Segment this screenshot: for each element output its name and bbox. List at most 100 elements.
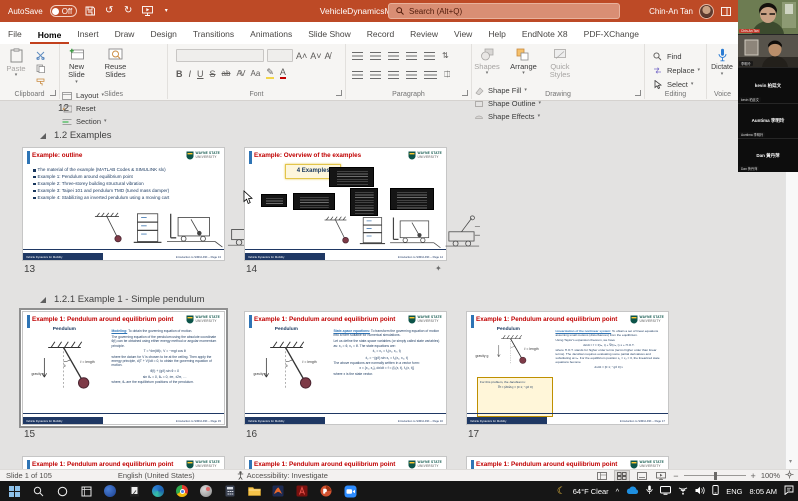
font-name-select[interactable] <box>176 49 264 62</box>
tab-file[interactable]: File <box>0 25 30 44</box>
display-icon[interactable] <box>660 486 671 497</box>
slide-thumbnail-16[interactable]: Example 1: Pendulum around equilibrium p… <box>244 311 447 425</box>
slide-thumbnail-14[interactable]: Example: Overview of the examples WAYNE … <box>244 147 447 261</box>
tray-microphone-icon[interactable] <box>646 485 653 497</box>
section-header-example1[interactable]: 1.2.1 Example 1 - Simple pendulum <box>38 294 205 305</box>
tab-record[interactable]: Record <box>359 25 402 44</box>
tab-slide-show[interactable]: Slide Show <box>300 25 359 44</box>
night-moon-icon[interactable]: ☾ <box>557 486 566 497</box>
zoom-icon[interactable] <box>338 481 362 501</box>
decrease-indent-icon[interactable] <box>388 52 399 60</box>
replace-button[interactable]: Replace▾ <box>651 64 706 76</box>
numbering-icon[interactable] <box>370 52 381 60</box>
tab-draw[interactable]: Draw <box>107 25 143 44</box>
font-size-select[interactable] <box>267 49 293 62</box>
participant-tile-3[interactable]: kevin 柏廷文 kevin 柏廷文 <box>738 68 798 104</box>
shape-effects-button[interactable]: Shape Effects▾ <box>472 111 541 123</box>
file-explorer-icon[interactable] <box>242 481 266 501</box>
line-spacing-icon[interactable] <box>424 52 435 60</box>
align-left-icon[interactable] <box>352 71 363 79</box>
chrome-icon[interactable] <box>170 481 194 501</box>
strike-ab-icon[interactable]: ab <box>222 69 231 78</box>
app-gray-sphere-icon[interactable] <box>194 481 218 501</box>
tab-animations[interactable]: Animations <box>242 25 300 44</box>
section-header-examples[interactable]: 1.2 Examples <box>38 130 112 141</box>
reuse-slides-button[interactable]: Reuse Slides <box>97 44 133 80</box>
participant-tile-4[interactable]: Auntima 李明玲 Auntima 李明玲 <box>738 104 798 139</box>
bold-button[interactable]: B <box>176 69 183 79</box>
font-color-icon[interactable]: A <box>280 68 286 79</box>
highlight-color-icon[interactable]: ✎ <box>266 68 274 79</box>
decrease-font-icon[interactable]: A˅ <box>310 51 321 61</box>
zoom-out-button[interactable]: − <box>673 471 678 481</box>
bullets-icon[interactable] <box>352 52 363 60</box>
autosave-toggle[interactable]: Off <box>50 5 78 17</box>
action-center-icon[interactable] <box>784 485 794 497</box>
participant-video-1[interactable]: Chin-An Tan <box>738 0 798 35</box>
reading-view-icon[interactable] <box>635 471 649 481</box>
copy-icon[interactable] <box>34 63 47 74</box>
quick-styles-button[interactable]: Quick Styles <box>545 44 575 80</box>
align-right-icon[interactable] <box>388 71 399 79</box>
edge-icon[interactable] <box>146 481 170 501</box>
columns-icon[interactable] <box>424 71 437 79</box>
signal-icon[interactable] <box>678 486 688 497</box>
slide-thumbnail-13[interactable]: Example: outline WAYNE STATEUNIVERSITY T… <box>22 147 225 261</box>
section-collapse-icon[interactable] <box>40 133 46 139</box>
slide-thumbnail-17[interactable]: Example 1: Pendulum around equilibrium p… <box>466 311 669 425</box>
paste-button[interactable]: Paste ▾ <box>2 44 30 78</box>
paragraph-dialog-launcher[interactable] <box>462 90 468 96</box>
start-button[interactable] <box>2 481 26 501</box>
save-icon[interactable] <box>84 5 96 17</box>
format-painter-icon[interactable] <box>34 76 47 87</box>
normal-view-icon[interactable] <box>595 471 609 481</box>
zoom-slider[interactable] <box>684 475 746 477</box>
increase-indent-icon[interactable] <box>406 52 417 60</box>
zoom-slider-thumb[interactable] <box>714 472 717 480</box>
clipboard-dialog-launcher[interactable] <box>50 90 56 96</box>
scroll-down-icon[interactable]: ▾ <box>789 458 792 465</box>
strikethrough-button[interactable]: S <box>210 69 216 79</box>
drawing-dialog-launcher[interactable] <box>635 90 641 96</box>
language-indicator[interactable]: English (United States) <box>118 471 195 480</box>
tab-transitions[interactable]: Transitions <box>185 25 242 44</box>
tab-home[interactable]: Home <box>30 26 70 45</box>
user-name[interactable]: Chin-An Tan <box>649 7 693 16</box>
tab-endnote[interactable]: EndNote X8 <box>514 25 576 44</box>
search-box[interactable]: Search (Alt+Q) <box>388 3 620 19</box>
participant-tile-5[interactable]: Dan 黄丹萍 Dan 黄丹萍 <box>738 139 798 172</box>
section-button[interactable]: Section▾ <box>60 116 107 128</box>
tab-pdf-xchange[interactable]: PDF-XChange <box>576 25 647 44</box>
calculator-icon[interactable] <box>218 481 242 501</box>
underline-button[interactable]: U <box>197 69 204 79</box>
weather-status[interactable]: 64°F Clear <box>573 487 609 496</box>
change-case-icon[interactable]: Aa <box>251 69 261 78</box>
snipping-tool-icon[interactable] <box>122 481 146 501</box>
clear-formatting-icon[interactable]: A̸ <box>325 51 331 61</box>
ribbon-options-icon[interactable] <box>720 5 732 17</box>
participant-video-2[interactable]: 李明玲 <box>738 35 798 68</box>
justify-icon[interactable] <box>406 71 417 79</box>
tab-help[interactable]: Help <box>480 25 513 44</box>
accessibility-status[interactable]: Accessibility: Investigate <box>237 471 328 480</box>
slide-sorter-view-icon[interactable] <box>614 470 630 482</box>
slide-indicator[interactable]: Slide 1 of 105 <box>6 471 52 480</box>
fit-to-window-icon[interactable] <box>785 470 794 481</box>
section-collapse-icon[interactable] <box>40 297 46 303</box>
increase-font-icon[interactable]: A˄ <box>296 51 307 61</box>
zoom-in-button[interactable]: + <box>751 471 756 481</box>
character-spacing-icon[interactable]: AV <box>236 69 244 78</box>
reset-button[interactable]: Reset <box>60 103 107 115</box>
font-dialog-launcher[interactable] <box>336 90 342 96</box>
start-presentation-icon[interactable] <box>141 5 153 17</box>
select-button[interactable]: Select▾ <box>651 78 706 90</box>
smartart-icon[interactable]: ⎅ <box>444 70 450 80</box>
slide-thumbnail-15[interactable]: Example 1: Pendulum around equilibrium p… <box>22 311 225 425</box>
tab-view[interactable]: View <box>446 25 480 44</box>
taskbar-search-icon[interactable] <box>26 481 50 501</box>
user-avatar[interactable] <box>699 4 714 19</box>
zoom-level[interactable]: 100% <box>761 471 780 480</box>
acrobat-icon[interactable] <box>290 481 314 501</box>
cortana-icon[interactable] <box>50 481 74 501</box>
find-button[interactable]: Find <box>651 50 706 62</box>
